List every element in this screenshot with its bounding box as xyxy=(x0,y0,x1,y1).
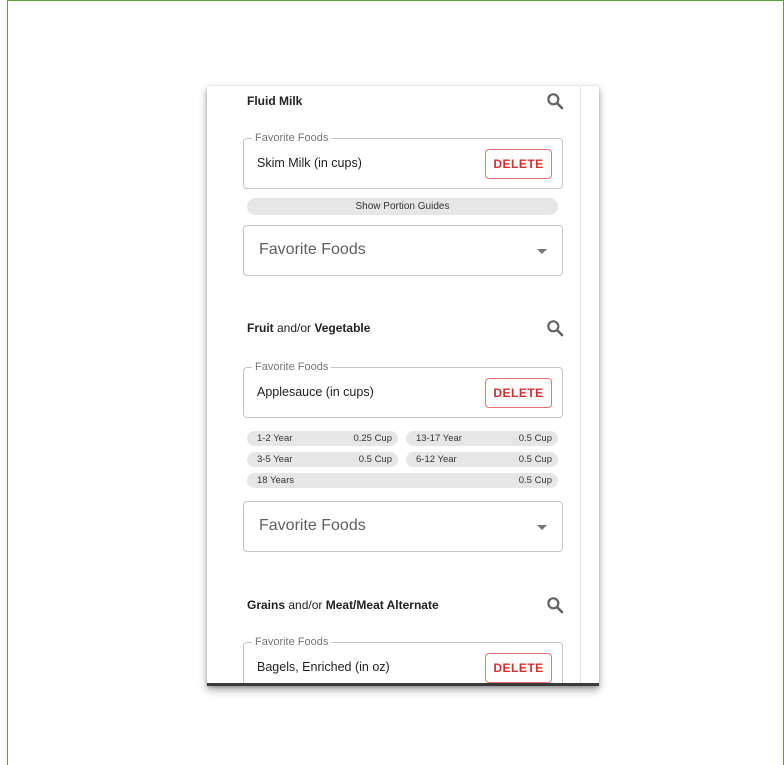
section-header-fruit-vegetable: Fruit and/or Vegetable xyxy=(247,317,567,339)
portion-chip: 1-2 Year 0.25 Cup xyxy=(247,431,398,446)
section-title-bold: Fluid Milk xyxy=(247,94,303,108)
search-button[interactable] xyxy=(543,89,567,113)
portion-amount: 0.5 Cup xyxy=(518,475,552,486)
portion-age: 3-5 Year xyxy=(257,454,293,465)
section-header-fluid-milk: Fluid Milk xyxy=(247,90,567,112)
arrow-drop-down-icon xyxy=(537,249,547,254)
section-title: Grains and/or Meat/Meat Alternate xyxy=(247,598,439,612)
portion-amount: 0.5 Cup xyxy=(518,454,552,465)
search-icon xyxy=(547,320,564,337)
select-label: Favorite Foods xyxy=(259,241,366,258)
delete-button[interactable]: DELETE xyxy=(485,653,552,683)
portion-chip: 3-5 Year 0.5 Cup xyxy=(247,452,398,467)
show-portion-guides-button[interactable]: Show Portion Guides xyxy=(247,198,558,215)
favorite-foods-select[interactable]: Favorite Foods xyxy=(243,501,563,552)
favorite-foods-legend: Favorite Foods xyxy=(252,361,332,374)
portion-chip: 13-17 Year 0.5 Cup xyxy=(406,431,558,446)
arrow-drop-down-icon xyxy=(537,525,547,530)
portion-amount: 0.5 Cup xyxy=(518,433,552,444)
portion-age: 13-17 Year xyxy=(416,433,462,444)
portion-amount: 0.5 Cup xyxy=(358,454,392,465)
favorite-foods-legend: Favorite Foods xyxy=(252,636,332,649)
section-header-grains-meat: Grains and/or Meat/Meat Alternate xyxy=(247,594,567,616)
section-title-connector: and/or xyxy=(285,598,326,612)
search-button[interactable] xyxy=(543,316,567,340)
search-button[interactable] xyxy=(543,593,567,617)
portion-age: 18 Years xyxy=(257,475,294,486)
favorite-food-value: Applesauce (in cups) xyxy=(257,385,374,399)
section-title-bold: Fruit xyxy=(247,321,274,335)
section-title-bold: Meat/Meat Alternate xyxy=(325,598,439,612)
section-title-bold: Grains xyxy=(247,598,286,612)
portion-chip: 18 Years 0.5 Cup xyxy=(247,473,558,488)
favorite-food-value: Bagels, Enriched (in oz) xyxy=(257,660,390,674)
delete-button[interactable]: DELETE xyxy=(485,378,552,408)
phone-screen: Fluid Milk Favorite Foods Skim Milk (in … xyxy=(207,86,599,686)
search-icon xyxy=(547,93,564,110)
delete-button[interactable]: DELETE xyxy=(485,149,552,179)
favorite-food-field: Favorite Foods Skim Milk (in cups) DELET… xyxy=(243,132,563,189)
section-title-connector: and/or xyxy=(273,321,315,335)
favorite-foods-select[interactable]: Favorite Foods xyxy=(243,225,563,276)
favorite-foods-legend: Favorite Foods xyxy=(252,132,332,145)
portion-amount: 0.25 Cup xyxy=(353,433,392,444)
portion-age: 1-2 Year xyxy=(257,433,293,444)
section-title-bold: Vegetable xyxy=(314,321,371,335)
section-title: Fruit and/or Vegetable xyxy=(247,321,370,335)
favorite-food-field: Favorite Foods Applesauce (in cups) DELE… xyxy=(243,361,563,418)
section-title: Fluid Milk xyxy=(247,94,302,108)
search-icon xyxy=(547,597,564,614)
portion-chip: 6-12 Year 0.5 Cup xyxy=(406,452,558,467)
content-panel: Fluid Milk Favorite Foods Skim Milk (in … xyxy=(207,86,581,683)
favorite-food-field: Favorite Foods Bagels, Enriched (in oz) … xyxy=(243,636,563,683)
select-label: Favorite Foods xyxy=(259,517,366,534)
portion-age: 6-12 Year xyxy=(416,454,457,465)
favorite-food-value: Skim Milk (in cups) xyxy=(257,156,362,170)
